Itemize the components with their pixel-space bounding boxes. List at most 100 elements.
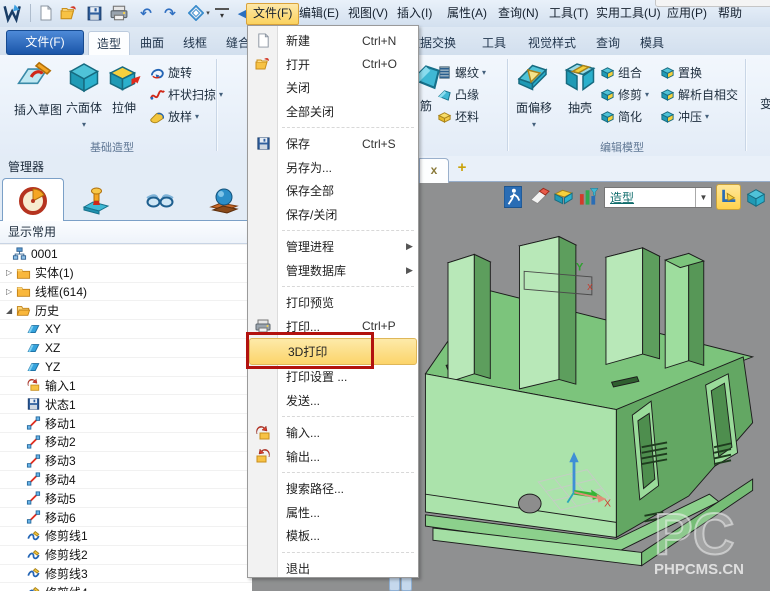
menubar-item-file[interactable]: 文件(F) bbox=[246, 3, 299, 25]
thread-button[interactable]: 螺纹▾ bbox=[437, 63, 486, 81]
manager-tab-render[interactable] bbox=[194, 178, 254, 221]
revolve-icon bbox=[150, 65, 165, 80]
menu-item-exit[interactable]: 退出 bbox=[248, 557, 418, 581]
resolve-self-intersection-button[interactable]: 解析自相交 bbox=[660, 85, 738, 103]
tree-item-solids[interactable]: ▷实体(1) bbox=[0, 263, 252, 282]
tree-item-trimline3[interactable]: 修剪线3 bbox=[0, 564, 252, 583]
box-button[interactable]: 六面体 ▾ bbox=[62, 58, 106, 130]
manager-tab-history[interactable] bbox=[2, 178, 64, 223]
trim-button[interactable]: 修剪▾ bbox=[600, 85, 649, 103]
menu-item-manage-database[interactable]: 管理数据库▶ bbox=[248, 259, 418, 283]
move-icon bbox=[26, 510, 41, 524]
menu-item-manage-process[interactable]: 管理进程▶ bbox=[248, 235, 418, 259]
axes-icon bbox=[720, 188, 738, 206]
named-views-dropdown-icon[interactable]: ▾ bbox=[203, 3, 213, 23]
menubar-item-tools[interactable]: 工具(T) bbox=[543, 3, 594, 23]
menu-item-export[interactable]: 输出... bbox=[248, 445, 418, 469]
manager-tab-assembly[interactable] bbox=[66, 178, 126, 221]
tree-item-trimline2[interactable]: 修剪线2 bbox=[0, 545, 252, 564]
menubar-item-insert[interactable]: 插入(I) bbox=[391, 3, 438, 23]
ribbon-tab-wireframe[interactable]: 线框 bbox=[175, 31, 215, 55]
menu-item-save-close[interactable]: 保存/关闭 bbox=[248, 203, 418, 227]
stock-button[interactable]: 坯料 bbox=[437, 107, 479, 125]
new-document-tab-button[interactable]: + bbox=[454, 159, 470, 177]
shell-button[interactable]: 抽壳 bbox=[558, 58, 602, 116]
walkthrough-icon[interactable] bbox=[504, 186, 524, 208]
tree-item-move1[interactable]: 移动1 bbox=[0, 413, 252, 432]
manager-tab-visibility[interactable] bbox=[130, 178, 190, 221]
menu-item-new[interactable]: 新建Ctrl+N bbox=[248, 29, 418, 53]
tree-item-import1[interactable]: 输入1 bbox=[0, 376, 252, 395]
ribbon-tab-visual-style[interactable]: 视觉样式 bbox=[520, 31, 584, 55]
ribbon-tab-shape[interactable]: 造型 bbox=[88, 31, 130, 56]
simplify-button[interactable]: 简化 bbox=[600, 107, 642, 125]
chevron-down-icon[interactable]: ▼ bbox=[695, 188, 711, 207]
tree-item-move3[interactable]: 移动3 bbox=[0, 451, 252, 470]
flange-button[interactable]: 凸缘 bbox=[437, 85, 479, 103]
menubar-item-edit[interactable]: 编辑(E) bbox=[293, 3, 345, 23]
menu-item-save-all[interactable]: 保存全部 bbox=[248, 179, 418, 203]
group-divider bbox=[507, 59, 508, 151]
ribbon-tab-surface[interactable]: 曲面 bbox=[132, 31, 172, 55]
tree-item-wireframe[interactable]: ▷线框(614) bbox=[0, 282, 252, 301]
ribbon-file-button[interactable]: 文件(F) bbox=[6, 30, 84, 55]
save-icon[interactable] bbox=[84, 3, 104, 23]
ribbon-tab-mold[interactable]: 模具 bbox=[632, 31, 672, 55]
ribbon-tab-tools[interactable]: 工具 bbox=[474, 31, 514, 55]
menu-item-print-preview[interactable]: 打印预览 bbox=[248, 291, 418, 315]
document-tab-close[interactable]: x bbox=[419, 158, 449, 183]
menu-item-import[interactable]: 输入... bbox=[248, 421, 418, 445]
combine-button[interactable]: 组合 bbox=[600, 63, 642, 81]
menu-item-save-as[interactable]: 另存为... bbox=[248, 156, 418, 180]
extrude-button[interactable]: 拉伸 bbox=[102, 58, 146, 116]
tree-filter-bar[interactable]: 显示常用 bbox=[0, 221, 252, 244]
floppy-icon bbox=[26, 397, 41, 411]
revolve-button[interactable]: 旋转 bbox=[150, 63, 192, 81]
tree-item-plane-xy[interactable]: XY bbox=[0, 319, 252, 338]
punch-button[interactable]: 冲压▾ bbox=[660, 107, 709, 125]
annotation-highlight-box bbox=[246, 332, 374, 369]
tree-item-state1[interactable]: 状态1 bbox=[0, 394, 252, 413]
face-offset-button[interactable]: 面偏移 ▾ bbox=[512, 58, 556, 130]
tree-item-move2[interactable]: 移动2 bbox=[0, 432, 252, 451]
menubar-item-inquire[interactable]: 查询(N) bbox=[492, 3, 545, 23]
new-document-icon bbox=[256, 33, 271, 48]
tree-item-move5[interactable]: 移动5 bbox=[0, 488, 252, 507]
new-document-icon[interactable] bbox=[36, 3, 56, 23]
menubar-item-view[interactable]: 视图(V) bbox=[342, 3, 394, 23]
style-selector-dropdown[interactable]: 造型 ▼ bbox=[604, 187, 712, 208]
rod-sweep-button[interactable]: 杆状扫掠▾ bbox=[150, 85, 223, 103]
tree-item-move4[interactable]: 移动4 bbox=[0, 470, 252, 489]
menu-item-close[interactable]: 关闭 bbox=[248, 76, 418, 100]
ribbon-tab-inquire[interactable]: 查询 bbox=[588, 31, 628, 55]
menu-item-search-path[interactable]: 搜索路径... bbox=[248, 477, 418, 501]
menu-item-properties[interactable]: 属性... bbox=[248, 501, 418, 525]
open-file-icon[interactable] bbox=[59, 3, 79, 23]
axes-toggle-button[interactable] bbox=[716, 184, 741, 210]
tree-root[interactable]: 0001 bbox=[0, 244, 252, 263]
filter-display-icon[interactable] bbox=[578, 186, 598, 208]
redo-icon[interactable]: ↷ bbox=[160, 3, 180, 23]
eraser-icon[interactable] bbox=[529, 186, 549, 208]
menu-item-save[interactable]: 保存Ctrl+S bbox=[248, 132, 418, 156]
menubar-item-attribute[interactable]: 属性(A) bbox=[441, 3, 493, 23]
print-icon[interactable] bbox=[109, 3, 129, 23]
tree-item-trimline1[interactable]: 修剪线1 bbox=[0, 526, 252, 545]
tree-item-plane-xz[interactable]: XZ bbox=[0, 338, 252, 357]
tree-item-plane-yz[interactable]: YZ bbox=[0, 357, 252, 376]
view-cube-button[interactable] bbox=[745, 186, 767, 208]
menu-item-close-all[interactable]: 全部关闭 bbox=[248, 100, 418, 124]
menu-item-send[interactable]: 发送... bbox=[248, 389, 418, 413]
tree-item-move6[interactable]: 移动6 bbox=[0, 507, 252, 526]
undo-icon[interactable]: ↶ bbox=[136, 3, 156, 23]
replace-button[interactable]: 置换 bbox=[660, 63, 702, 81]
show-hide-icon[interactable] bbox=[553, 186, 573, 208]
tree-item-trimline4[interactable]: 修剪线4 bbox=[0, 582, 252, 591]
combine-icon bbox=[600, 65, 615, 80]
loft-button[interactable]: 放样▾ bbox=[150, 107, 199, 125]
tree-item-history-folder[interactable]: ◢历史 bbox=[0, 300, 252, 319]
menu-item-template[interactable]: 模板... bbox=[248, 524, 418, 548]
customize-toolbar-icon[interactable]: ▾ bbox=[215, 8, 229, 20]
insert-sketch-button[interactable]: 插入草图 bbox=[14, 58, 58, 118]
menu-item-open[interactable]: 打开Ctrl+O bbox=[248, 53, 418, 77]
